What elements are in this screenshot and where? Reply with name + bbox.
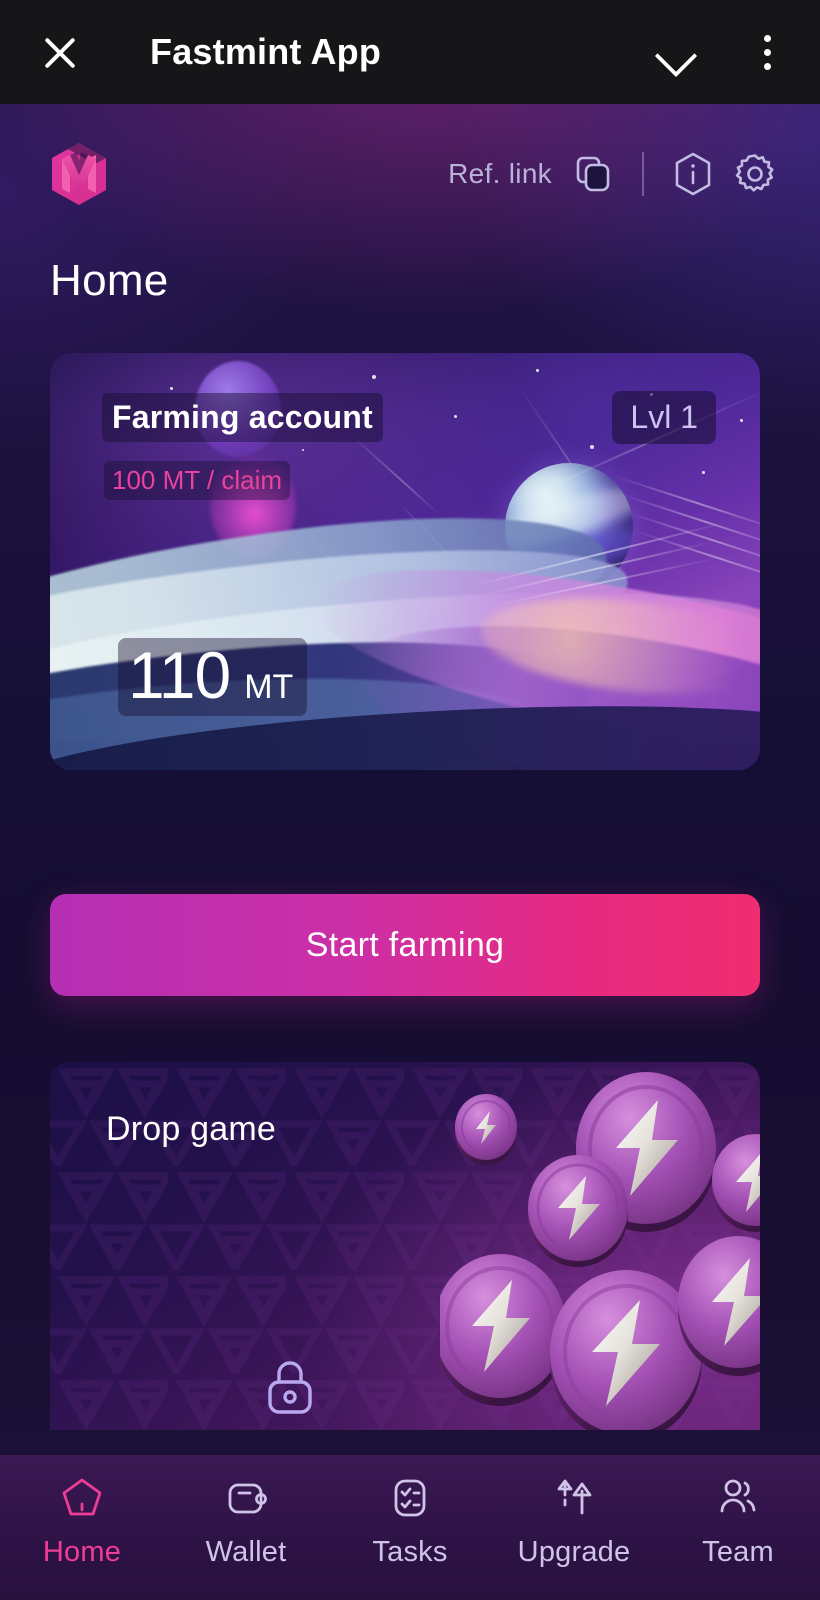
nav-label-wallet: Wallet [205, 1536, 287, 1568]
nav-item-home[interactable]: Home [0, 1475, 164, 1569]
nav-item-wallet[interactable]: Wallet [164, 1475, 328, 1569]
fastmint-logo-icon[interactable] [48, 141, 110, 207]
upgrade-icon [550, 1475, 598, 1526]
bottom-navigation: Home Wallet Tasks Upgrade Team [0, 1455, 820, 1600]
dot [763, 34, 771, 42]
coin [455, 1094, 517, 1165]
wallet-icon [223, 1475, 269, 1526]
header-divider [642, 152, 644, 196]
nav-item-upgrade[interactable]: Upgrade [492, 1475, 656, 1569]
header-actions: Ref. link [448, 151, 778, 197]
lock-icon [262, 1357, 318, 1422]
farming-account-label: Farming account [102, 393, 383, 442]
gear-icon[interactable] [732, 151, 778, 197]
balance-unit: MT [244, 668, 294, 706]
nav-label-home: Home [42, 1536, 122, 1568]
tasks-icon [387, 1475, 433, 1526]
more-vertical-icon[interactable] [744, 25, 790, 79]
coin [712, 1134, 760, 1232]
home-icon [59, 1475, 105, 1526]
start-farming-button[interactable]: Start farming [50, 894, 760, 996]
nav-label-upgrade: Upgrade [517, 1536, 631, 1568]
nav-label-team: Team [702, 1536, 774, 1568]
copy-icon[interactable] [570, 151, 616, 197]
coin [528, 1155, 628, 1267]
drop-game-card[interactable]: Drop game Coming soon [50, 1062, 760, 1430]
claim-rate-label: 100 MT / claim [104, 461, 291, 500]
nav-item-team[interactable]: Team [656, 1475, 820, 1569]
balance-value: 110 [128, 638, 231, 712]
level-badge: Lvl 1 [612, 391, 716, 444]
close-icon[interactable] [28, 20, 92, 84]
nav-label-tasks: Tasks [372, 1536, 448, 1568]
app-header: Ref. link [0, 136, 820, 212]
ref-link-label: Ref. link [448, 158, 552, 189]
telegram-system-bar: Fastmint App [0, 0, 820, 104]
lightning-coins-artwork [440, 1072, 760, 1430]
drop-game-title: Drop game [106, 1110, 276, 1148]
nav-item-tasks[interactable]: Tasks [328, 1475, 492, 1569]
app-window: Fastmint App Ref. link Home Farming acco… [0, 0, 820, 1600]
team-icon [715, 1475, 761, 1526]
chevron-down-icon[interactable] [648, 25, 702, 79]
farming-account-card[interactable]: Farming account 100 MT / claim Lvl 1 110… [50, 353, 760, 770]
page-title: Home [50, 256, 169, 305]
app-title: Fastmint App [150, 31, 382, 72]
coin [440, 1254, 566, 1406]
balance-display: 110 MT [118, 638, 308, 716]
dot [763, 48, 771, 56]
info-hexagon-icon[interactable] [670, 151, 716, 197]
dot [763, 62, 771, 70]
app-body: Ref. link Home Farming account 100 MT / … [0, 104, 820, 1600]
